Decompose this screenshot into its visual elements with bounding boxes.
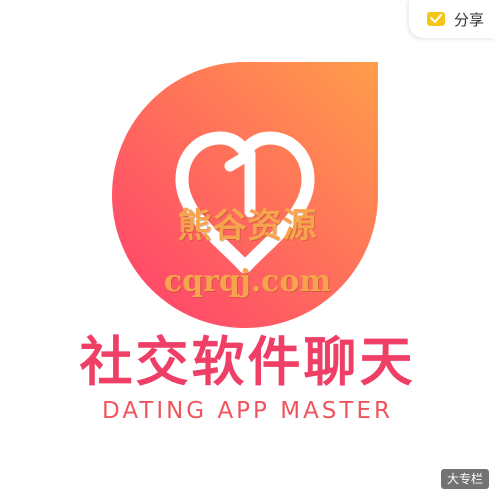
watermark-text: 熊谷资源 <box>177 206 318 246</box>
share-icon <box>426 11 446 27</box>
watermark-url: cqrqj.com <box>163 264 332 299</box>
share-button[interactable]: 分享 <box>409 0 495 38</box>
source-badge: 大专栏 <box>440 469 489 489</box>
app-title: 社交软件聊天 <box>79 332 416 393</box>
share-label: 分享 <box>453 10 484 29</box>
app-subtitle: DATING APP MASTER <box>102 398 393 424</box>
